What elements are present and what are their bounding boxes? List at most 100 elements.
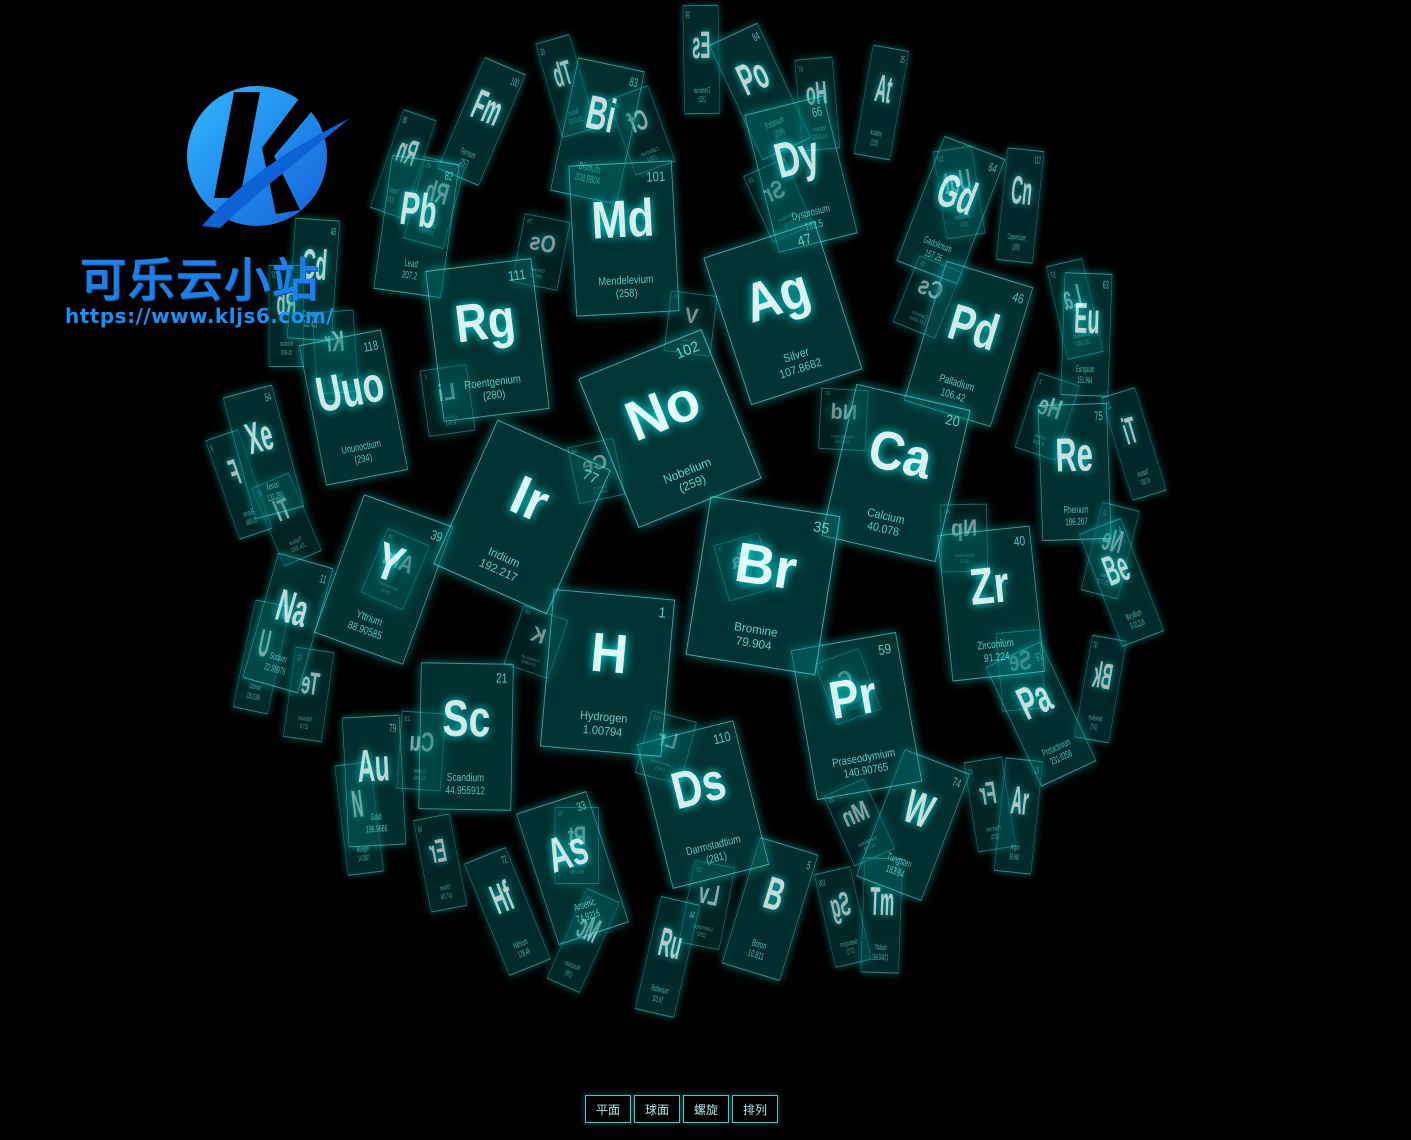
element-tile-re[interactable]: 75 Re Rhenium 186.207	[1037, 403, 1112, 542]
element-symbol: B	[758, 866, 792, 922]
site-logo[interactable]: 可乐云小站 https://www.kljs6.com/	[62, 78, 362, 328]
element-tile-sc[interactable]: 21 Sc Scandium 44.955912	[418, 662, 514, 811]
element-details: Mendelevium (258)	[575, 272, 678, 303]
atomic-number: 46	[1010, 289, 1026, 307]
element-symbol: Sg	[826, 885, 855, 926]
atomic-number: 9	[209, 444, 216, 456]
element-mass: (252)	[698, 94, 707, 104]
element-symbol: Ar	[1008, 778, 1031, 824]
element-tile-au[interactable]: 79 Au Gold 196.9666	[341, 714, 407, 848]
atomic-number: 118	[362, 336, 380, 355]
element-symbol: Y	[367, 530, 412, 595]
element-details: Calcium 40.078	[825, 497, 943, 549]
atomic-number: 54	[263, 391, 273, 405]
atomic-number: 106	[818, 877, 828, 889]
element-tile-ti[interactable]: 22 Ti Titanium 47.867	[1101, 387, 1167, 501]
element-symbol: Mn	[836, 794, 874, 833]
element-tile-cn[interactable]: 112 Cn Copernicium (285)	[995, 147, 1044, 265]
atomic-number: 67	[798, 63, 804, 74]
element-details: Europium 151.964	[1061, 364, 1108, 387]
atomic-number: 59	[876, 640, 893, 659]
table-view-button[interactable]: 平面	[585, 1095, 632, 1123]
element-tile-zr[interactable]: 40 Zr Zirconium 91.224	[936, 525, 1045, 681]
site-name: 可乐云小站	[80, 253, 320, 307]
element-details: Praseodymium 140.90765	[811, 743, 919, 787]
atomic-number: 86	[400, 114, 409, 127]
atomic-number: 57	[1049, 269, 1057, 281]
helix-view-button[interactable]: 螺旋	[683, 1095, 730, 1123]
element-symbol: Ti	[1117, 408, 1143, 453]
atomic-number: 84	[750, 29, 762, 45]
element-details: Yttrium 88.90585	[319, 598, 415, 654]
atomic-number: 97	[1091, 639, 1098, 652]
atomic-number: 76	[526, 217, 534, 226]
element-mass: 186.207	[1064, 516, 1088, 529]
element-details: Rhenium 186.207	[1042, 504, 1111, 530]
element-tile-ru[interactable]: 44 Ru Ruthenium 101.07	[635, 895, 701, 1018]
element-tile-rg[interactable]: 111 Rg Roentgenium (280)	[424, 257, 550, 422]
element-tile-at[interactable]: 85 At Astatine (210)	[854, 44, 910, 161]
view-mode-menu: 平面 球面 螺旋 排列	[585, 1095, 779, 1123]
element-symbol: No	[616, 366, 709, 454]
atomic-number: 79	[388, 721, 397, 736]
element-tile-y[interactable]: 39 Y Yttrium 88.90585	[313, 494, 453, 666]
logo-k-icon	[187, 86, 350, 228]
element-tile-ag[interactable]: 47 Ag Silver 107.8682	[703, 221, 863, 406]
element-mass: 85.4678	[280, 347, 292, 357]
element-symbol: Sc	[441, 688, 491, 748]
atomic-number: 4	[1117, 524, 1125, 538]
element-details: Darmstadtium (281)	[665, 828, 766, 877]
element-details: Arsenic 74.9216	[548, 889, 624, 934]
element-details: Bromine 79.904	[689, 613, 821, 661]
element-symbol: At	[872, 67, 896, 113]
element-symbol: Os	[527, 227, 559, 260]
element-tile-md[interactable]: 101 Md Mendelevium (258)	[568, 160, 679, 316]
atomic-number: 20	[943, 412, 961, 432]
element-tile-h[interactable]: 1 H Hydrogen 1.00794	[539, 589, 675, 757]
element-mass: 44.955912	[445, 784, 485, 798]
element-symbol: Bk	[1089, 654, 1116, 698]
element-details: Erbium 167.259	[427, 882, 465, 905]
element-tile-eu[interactable]: 63 Eu Europium 151.964	[1060, 272, 1112, 398]
element-details: Hafnium 178.49	[498, 930, 546, 966]
element-details: Protactinium 231.0358	[1028, 730, 1091, 776]
element-details: Sodium 22.98976	[247, 646, 307, 683]
element-details: Roentgenium (280)	[440, 370, 547, 409]
element-symbol: Fm	[465, 80, 511, 135]
grid-view-button[interactable]: 排列	[732, 1095, 779, 1123]
sphere-view-button[interactable]: 球面	[634, 1095, 681, 1123]
element-details: Ununoctium (294)	[320, 433, 405, 473]
element-details: Ruthenium 101.07	[638, 980, 680, 1008]
atomic-number: 63	[1102, 279, 1109, 293]
site-url[interactable]: https://www.kljs6.com/	[65, 304, 334, 328]
atomic-number: 40	[1012, 532, 1026, 549]
element-tile-br[interactable]: 35 Br Bromine 79.904	[685, 495, 841, 675]
element-details: Zirconium 91.224	[949, 634, 1043, 669]
element-symbol: Cn	[1008, 168, 1034, 215]
element-tile-uuo[interactable]: 118 Uuo Ununoctium (294)	[299, 329, 409, 486]
atomic-number: 60	[824, 391, 831, 398]
atomic-number: 65	[539, 46, 547, 58]
atomic-number: 112	[1033, 156, 1041, 168]
atomic-number: 2	[1038, 376, 1044, 387]
element-symbol: Ds	[666, 752, 732, 822]
element-symbol: Uuo	[311, 355, 389, 424]
atomic-number: 3	[424, 373, 429, 381]
element-symbol: Md	[589, 187, 656, 251]
element-symbol: Br	[731, 529, 802, 602]
element-symbol: Xe	[240, 409, 278, 464]
element-symbol: Eu	[1073, 295, 1101, 345]
element-symbol: Pd	[941, 292, 1006, 362]
element-name: Einsteinium	[694, 85, 711, 95]
element-symbol: Ag	[736, 255, 818, 335]
element-tile-bk[interactable]: 97 Bk Berkelium (247)	[1073, 634, 1127, 744]
atomic-number: 102	[673, 339, 703, 364]
element-mass: (285)	[1011, 241, 1020, 253]
element-mass: 196.9666	[365, 823, 388, 836]
atomic-number: 1	[657, 605, 667, 623]
atomic-number: 83	[627, 74, 639, 91]
element-symbol: Bi	[581, 85, 621, 144]
atomic-number: 11	[318, 571, 329, 587]
atomic-number: 64	[986, 160, 999, 177]
element-tile-er[interactable]: 68 Er Erbium 167.259	[413, 813, 468, 913]
